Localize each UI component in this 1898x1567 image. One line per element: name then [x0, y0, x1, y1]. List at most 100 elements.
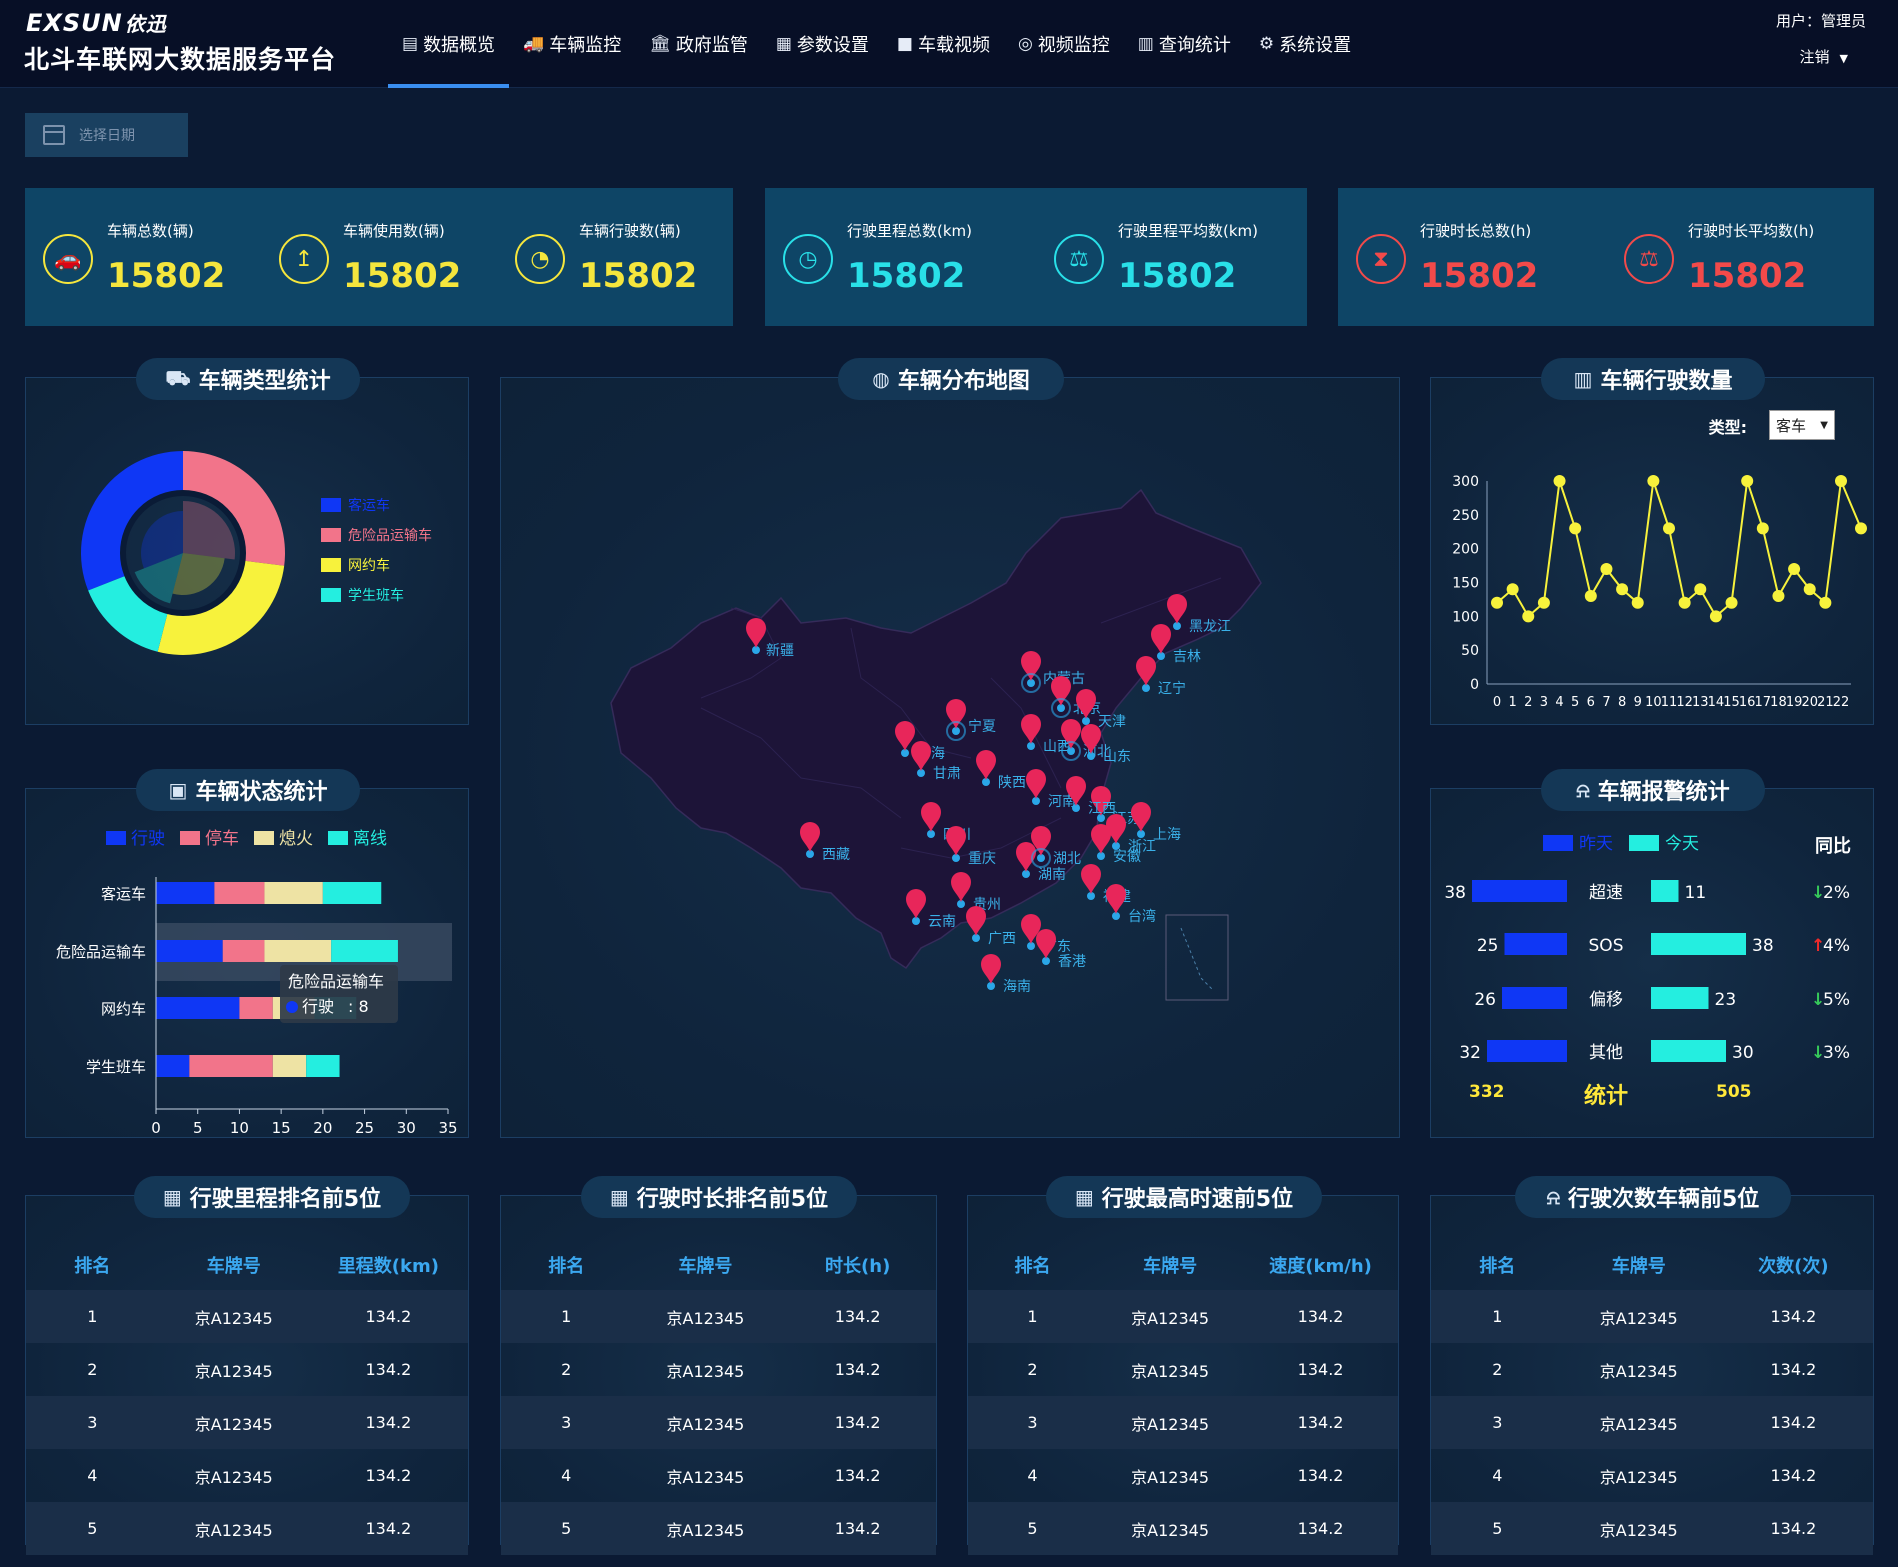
table-row[interactable]: 5 京A12345 134.2 — [26, 1502, 468, 1555]
line-point[interactable] — [1709, 610, 1722, 623]
bar-segment[interactable] — [331, 940, 398, 962]
table-row[interactable]: 3 京A12345 134.2 — [501, 1396, 936, 1449]
table-row[interactable]: 5 京A12345 134.2 — [1431, 1502, 1873, 1555]
line-point[interactable] — [1616, 583, 1629, 596]
map-pin-icon[interactable] — [1091, 824, 1111, 854]
line-point[interactable] — [1584, 590, 1597, 603]
nav-item-0[interactable]: ▤ 数据概览 — [388, 0, 510, 88]
table-row[interactable]: 4 京A12345 134.2 — [968, 1449, 1398, 1502]
table-row[interactable]: 4 京A12345 134.2 — [26, 1449, 468, 1502]
line-point[interactable] — [1756, 522, 1769, 535]
table-row[interactable]: 3 京A12345 134.2 — [1431, 1396, 1873, 1449]
table-row[interactable]: 5 京A12345 134.2 — [968, 1502, 1398, 1555]
table-row[interactable]: 2 京A12345 134.2 — [501, 1343, 936, 1396]
nav-item-4[interactable]: ■ 车载视频 — [883, 0, 1004, 88]
alarm-bar-yesterday[interactable] — [1502, 987, 1567, 1009]
line-point[interactable] — [1855, 522, 1867, 535]
bar-segment[interactable] — [322, 882, 382, 904]
map-pin-icon[interactable] — [1106, 884, 1126, 914]
table-row[interactable]: 3 京A12345 134.2 — [968, 1396, 1398, 1449]
line-point[interactable] — [1678, 596, 1691, 609]
nav-item-5[interactable]: ◎ 视频监控 — [1004, 0, 1124, 88]
line-point[interactable] — [1803, 583, 1816, 596]
table-row[interactable]: 1 京A12345 134.2 — [501, 1290, 936, 1343]
line-point[interactable] — [1522, 610, 1535, 623]
bar-segment[interactable] — [222, 940, 265, 962]
line-point[interactable] — [1537, 596, 1550, 609]
line-point[interactable] — [1647, 475, 1660, 487]
table-row[interactable]: 4 京A12345 134.2 — [1431, 1449, 1873, 1502]
table-row[interactable]: 1 京A12345 134.2 — [1431, 1290, 1873, 1343]
bar-segment[interactable] — [272, 1055, 307, 1077]
date-picker[interactable]: 选择日期 — [25, 113, 188, 157]
nav-item-3[interactable]: ▦ 参数设置 — [762, 0, 883, 88]
line-point[interactable] — [1553, 475, 1566, 487]
alarm-bar-today[interactable] — [1651, 880, 1679, 902]
map-pin-icon[interactable] — [1081, 864, 1101, 894]
stat-value: 15802 — [107, 256, 226, 296]
x-tick-label: 10 — [1645, 695, 1662, 710]
bar-segment[interactable] — [264, 882, 323, 904]
alarm-bar-today[interactable] — [1651, 987, 1709, 1009]
x-tick-label: 6 — [1587, 695, 1595, 710]
china-distribution-map[interactable]: 新疆西藏青海甘肃宁夏内蒙古陕西四川重庆云南贵州广西海南湖南湖北河南山西北京天津河… — [501, 378, 1401, 1139]
table-row[interactable]: 3 京A12345 134.2 — [26, 1396, 468, 1449]
table-row[interactable]: 2 京A12345 134.2 — [26, 1343, 468, 1396]
pie-clock-icon: ◔ — [515, 234, 565, 284]
x-tick-label: 1 — [1508, 695, 1516, 710]
line-point[interactable] — [1835, 475, 1847, 487]
bar-segment[interactable] — [214, 882, 265, 904]
bar-segment[interactable] — [189, 1055, 273, 1077]
stat-label: 车辆总数(辆) — [107, 222, 194, 240]
alarm-bar-yesterday[interactable] — [1487, 1040, 1567, 1062]
bar-segment[interactable] — [156, 882, 215, 904]
legend-swatch — [180, 831, 200, 845]
table-row[interactable]: 2 京A12345 134.2 — [968, 1343, 1398, 1396]
line-point[interactable] — [1491, 596, 1503, 609]
map-pin-icon[interactable] — [1131, 802, 1151, 832]
alarm-bar-yesterday[interactable] — [1472, 880, 1567, 902]
table-cell: 134.2 — [1770, 1413, 1817, 1432]
bar-segment[interactable] — [264, 940, 332, 962]
x-tick-label: 0 — [151, 1119, 161, 1137]
line-point[interactable] — [1631, 596, 1644, 609]
nav-item-7[interactable]: ⚙ 系统设置 — [1245, 0, 1365, 88]
table-row[interactable]: 2 京A12345 134.2 — [1431, 1343, 1873, 1396]
line-point[interactable] — [1741, 475, 1754, 487]
nav-item-6[interactable]: ▥ 查询统计 — [1124, 0, 1245, 88]
map-pin-icon[interactable] — [966, 906, 986, 936]
bar-segment[interactable] — [306, 1055, 340, 1077]
line-point[interactable] — [1772, 590, 1785, 603]
stat-value: 15802 — [579, 256, 698, 296]
alarm-bar-today[interactable] — [1651, 933, 1746, 955]
bar-segment[interactable] — [239, 997, 273, 1019]
line-point[interactable] — [1788, 562, 1801, 575]
line-point[interactable] — [1663, 522, 1675, 535]
stat-value: 15802 — [1118, 256, 1237, 296]
line-point[interactable] — [1694, 583, 1707, 596]
line-point[interactable] — [1506, 583, 1519, 596]
x-tick-label: 30 — [397, 1119, 416, 1137]
duration-rank-table: 排名 车牌号 时长(h) 1 京A12345 134.2 2 京A12345 134.2 3 京A1… — [501, 1240, 936, 1555]
brand-logo[interactable]: EXSUN 依迅 — [26, 8, 167, 37]
bar-segment[interactable] — [156, 1055, 190, 1077]
bar-segment[interactable] — [156, 997, 240, 1019]
table-row[interactable]: 1 京A12345 134.2 — [968, 1290, 1398, 1343]
line-point[interactable] — [1819, 596, 1832, 609]
line-point[interactable] — [1725, 596, 1738, 609]
table-row[interactable]: 5 京A12345 134.2 — [501, 1502, 936, 1555]
yoy-value: 2% — [1823, 883, 1850, 903]
table-row[interactable]: 4 京A12345 134.2 — [501, 1449, 936, 1502]
alarm-bar-yesterday[interactable] — [1504, 933, 1568, 955]
logout-dropdown[interactable]: 注销 ▼ — [1800, 46, 1848, 67]
map-pin-icon[interactable] — [981, 954, 1001, 984]
nav-item-1[interactable]: 🚚 车辆监控 — [509, 0, 635, 88]
table-cell: 134.2 — [365, 1360, 412, 1379]
bar-segment[interactable] — [156, 940, 223, 962]
line-point[interactable] — [1569, 522, 1582, 535]
table-cell: 京A12345 — [194, 1308, 273, 1328]
nav-item-2[interactable]: 🏛 政府监管 — [635, 0, 762, 88]
alarm-bar-today[interactable] — [1651, 1040, 1726, 1062]
line-point[interactable] — [1600, 562, 1613, 575]
table-row[interactable]: 1 京A12345 134.2 — [26, 1290, 468, 1343]
